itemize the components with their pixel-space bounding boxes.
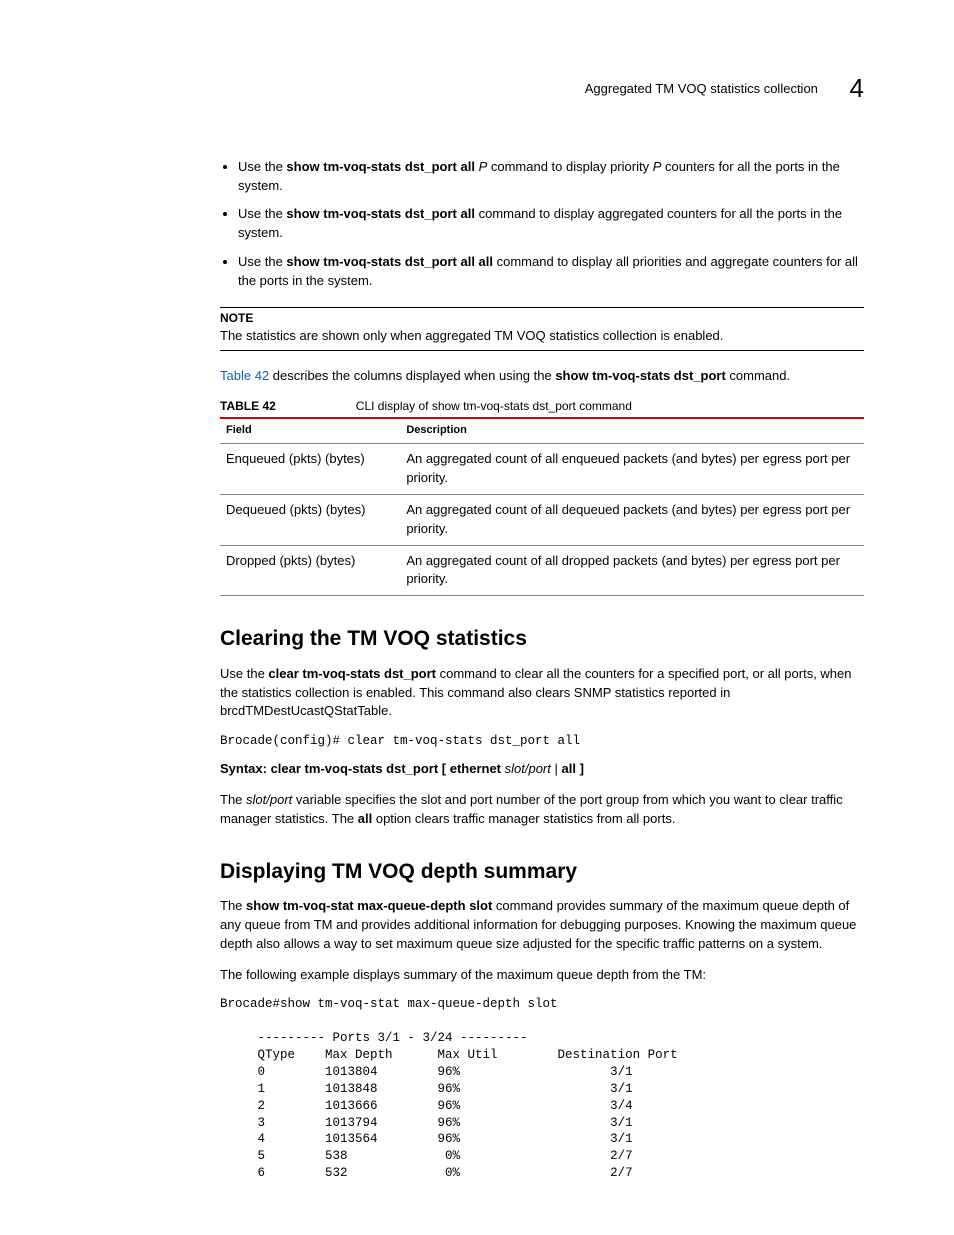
code-clear: Brocade(config)# clear tm-voq-stats dst_… <box>220 733 864 750</box>
chapter-number: 4 <box>850 73 864 103</box>
depth-example-intro: The following example displays summary o… <box>220 966 864 985</box>
page-content: Use the show tm-voq-stats dst_port all P… <box>220 158 864 1182</box>
note-text: The statistics are shown only when aggre… <box>220 327 864 351</box>
section-clearing: Clearing the TM VOQ statistics <box>220 624 864 654</box>
table-row: Enqueued (pkts) (bytes) An aggregated co… <box>220 444 864 495</box>
table-row: Dropped (pkts) (bytes) An aggregated cou… <box>220 545 864 596</box>
table-42: TABLE 42CLI display of show tm-voq-stats… <box>220 398 864 596</box>
bullet-list: Use the show tm-voq-stats dst_port all P… <box>220 158 864 291</box>
header-title: Aggregated TM VOQ statistics collection <box>585 81 818 96</box>
code-depth: Brocade#show tm-voq-stat max-queue-depth… <box>220 996 864 1182</box>
syntax-line: Syntax: clear tm-voq-stats dst_port [ et… <box>220 760 864 779</box>
bullet-item: Use the show tm-voq-stats dst_port all c… <box>238 205 864 243</box>
table-link[interactable]: Table 42 <box>220 368 269 383</box>
data-table: Field Description Enqueued (pkts) (bytes… <box>220 417 864 596</box>
note-label: NOTE <box>220 307 864 327</box>
bullet-item: Use the show tm-voq-stats dst_port all a… <box>238 253 864 291</box>
depth-desc: The show tm-voq-stat max-queue-depth slo… <box>220 897 864 954</box>
note-block: NOTE The statistics are shown only when … <box>220 307 864 351</box>
th-field: Field <box>220 418 400 443</box>
clearing-desc: Use the clear tm-voq-stats dst_port comm… <box>220 665 864 722</box>
table-row: Dequeued (pkts) (bytes) An aggregated co… <box>220 494 864 545</box>
th-desc: Description <box>400 418 864 443</box>
page-header: Aggregated TM VOQ statistics collection … <box>90 70 864 108</box>
table-caption: TABLE 42CLI display of show tm-voq-stats… <box>220 398 864 415</box>
table-intro: Table 42 describes the columns displayed… <box>220 367 864 386</box>
section-depth: Displaying TM VOQ depth summary <box>220 857 864 887</box>
bullet-item: Use the show tm-voq-stats dst_port all P… <box>238 158 864 196</box>
clearing-vars: The slot/port variable specifies the slo… <box>220 791 864 829</box>
